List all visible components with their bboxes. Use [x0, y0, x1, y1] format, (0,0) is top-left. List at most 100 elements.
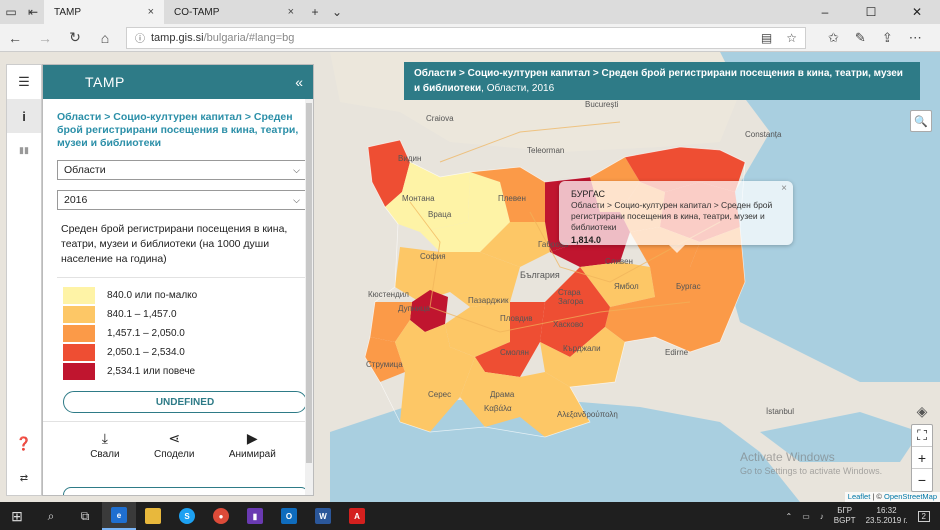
chart-icon[interactable]: ▮▮ [7, 133, 41, 167]
zoom-out-button[interactable]: − [912, 469, 932, 491]
collapse-panel-button[interactable]: « [295, 74, 303, 90]
notifications-badge[interactable]: 2 [917, 510, 930, 522]
new-tab-icon[interactable]: + [304, 0, 326, 24]
edge-app-icon[interactable]: e [102, 502, 136, 530]
search-icon: 🔍 [914, 115, 928, 128]
layers-icon[interactable]: ◈ [911, 400, 933, 422]
legend-label: 840.1 – 1,457.0 [107, 309, 177, 320]
level-select[interactable]: Области ⌵ [57, 160, 307, 180]
legend-swatch [63, 306, 95, 323]
close-window-icon[interactable]: ✕ [894, 5, 940, 19]
map-label-bulgaria: България [520, 270, 560, 280]
tab-preview-icon[interactable]: ▭ [0, 0, 22, 24]
panel-breadcrumb: Области > Социо-културен капитал > Среде… [57, 111, 299, 149]
outlook-icon[interactable]: O [272, 502, 306, 530]
tab-tamp[interactable]: TAMP × [44, 0, 164, 24]
attribution-sep: | © [870, 492, 885, 501]
clock[interactable]: 16:32 23.5.2019 г. [866, 506, 908, 526]
panel-scrollbar[interactable] [305, 99, 313, 495]
share-button[interactable]: ⋖ Сподели [154, 430, 194, 460]
legend-item[interactable]: 2,534.1 или повече [63, 362, 313, 381]
legend-item[interactable]: 840.0 или по-малко [63, 286, 313, 305]
map-label-plovdiv: Пловдив [500, 314, 533, 323]
app-icon[interactable]: ▮ [238, 502, 272, 530]
close-tab-icon[interactable]: × [288, 6, 294, 18]
map-label-alexandroupoli: Αλεξανδρούπολη [557, 410, 618, 419]
help-icon[interactable]: ❓ [7, 427, 41, 461]
close-tab-icon[interactable]: × [148, 6, 154, 18]
windows-start-icon[interactable]: ⊞ [0, 502, 34, 530]
undefined-button[interactable]: UNDEFINED [63, 391, 307, 413]
leaflet-link[interactable]: Leaflet [848, 492, 871, 501]
map-label-vidin: Видин [398, 154, 422, 163]
panel-header: TAMP « [43, 65, 313, 99]
keyboard-layout: BGPT [833, 516, 856, 525]
refresh-icon[interactable]: ↻ [60, 29, 90, 46]
legend-item[interactable]: 840.1 – 1,457.0 [63, 305, 313, 324]
zoom-in-button[interactable]: + [912, 447, 932, 469]
year-select[interactable]: 2016 ⌵ [57, 190, 307, 210]
site-info-icon[interactable]: ⓘ [135, 30, 145, 45]
file-explorer-icon[interactable] [136, 502, 170, 530]
language-indicator[interactable]: БГР BGPT [834, 506, 856, 526]
back-arrow-icon[interactable]: ← [0, 30, 30, 46]
tab-co-tamp[interactable]: CO-TAMP × [164, 0, 304, 24]
tab-label: TAMP [54, 6, 82, 18]
download-button[interactable]: ⤓ Свали [90, 430, 119, 460]
legend-label: 2,534.1 или повече [107, 366, 196, 377]
info-panel: TAMP « Области > Социо-културен капитал … [42, 64, 314, 496]
panel-bottom-button[interactable] [63, 487, 309, 495]
maximize-icon[interactable]: ☐ [848, 5, 894, 19]
reading-view-icon[interactable]: ▤ [761, 31, 772, 45]
window-controls: – ☐ ✕ [802, 5, 940, 19]
chevron-down-icon: ⌵ [293, 164, 300, 175]
favorite-star-icon[interactable]: ☆ [786, 31, 797, 45]
map-label-vratsa: Враца [428, 210, 452, 219]
map-search-button[interactable]: 🔍 [910, 110, 932, 132]
pen-icon[interactable]: ✎ [855, 30, 866, 46]
map-label-kardzhali: Кърджали [563, 344, 601, 353]
tab-list-chevron-icon[interactable]: ⌄ [326, 0, 348, 24]
more-icon[interactable]: ⋯ [909, 30, 922, 46]
search-icon[interactable]: ⌕ [34, 502, 68, 530]
watermark-line1: Activate Windows [740, 450, 835, 464]
map-label-craiova: Craiova [426, 114, 454, 123]
panel-title: TAMP [85, 74, 125, 90]
map-title-box: Области > Социо-културен капитал > Среде… [404, 62, 920, 100]
map-label-burgas: Бургас [676, 282, 701, 291]
share-icon[interactable]: ⇪ [882, 30, 893, 46]
map-title-suffix: , Области, 2016 [481, 83, 555, 94]
scrollbar-thumb[interactable] [306, 103, 312, 463]
favorites-icon[interactable]: ✩ [828, 30, 839, 46]
legend-item[interactable]: 1,457.1 – 2,050.0 [63, 324, 313, 343]
osm-link[interactable]: OpenStreetMap [884, 492, 937, 501]
tab-back-icon[interactable]: ⇤ [22, 0, 44, 24]
fullscreen-icon[interactable]: ⛶ [912, 425, 932, 447]
word-icon[interactable]: W [306, 502, 340, 530]
legend-item[interactable]: 2,050.1 – 2,534.0 [63, 343, 313, 362]
legend-label: 2,050.1 – 2,534.0 [107, 347, 185, 358]
translate-icon[interactable]: ⇄ [7, 461, 41, 495]
task-view-icon[interactable]: ⧉ [68, 502, 102, 530]
legend-label: 840.0 или по-малко [107, 290, 198, 301]
map-label-serres: Серес [428, 390, 452, 399]
popup-region-name: БУРГАС [571, 189, 605, 199]
minimize-icon[interactable]: – [802, 5, 848, 19]
forward-arrow-icon[interactable]: → [30, 30, 60, 46]
layers-list-icon[interactable]: ☰ [7, 65, 41, 99]
skype-icon[interactable]: S [170, 502, 204, 530]
url-field[interactable]: ⓘ tamp.gis.si /bulgaria/#lang=bg ▤ ☆ [126, 26, 806, 49]
tray-chevron-icon[interactable]: ⌃ [786, 512, 793, 521]
network-icon[interactable]: ▭ [802, 512, 810, 521]
home-icon[interactable]: ⌂ [90, 30, 120, 46]
popup-close-icon[interactable]: × [781, 183, 787, 194]
chrome-icon[interactable]: ● [204, 502, 238, 530]
acrobat-icon[interactable]: A [340, 502, 374, 530]
animate-button[interactable]: ▶ Анимирай [229, 430, 276, 460]
legend-swatch [63, 287, 95, 304]
volume-icon[interactable]: ♪ [820, 512, 824, 521]
map-label-sliven: Сливен [605, 257, 633, 266]
year-select-value: 2016 [64, 194, 88, 206]
info-icon[interactable]: i [7, 99, 41, 133]
share-nodes-icon: ⋖ [168, 430, 181, 446]
